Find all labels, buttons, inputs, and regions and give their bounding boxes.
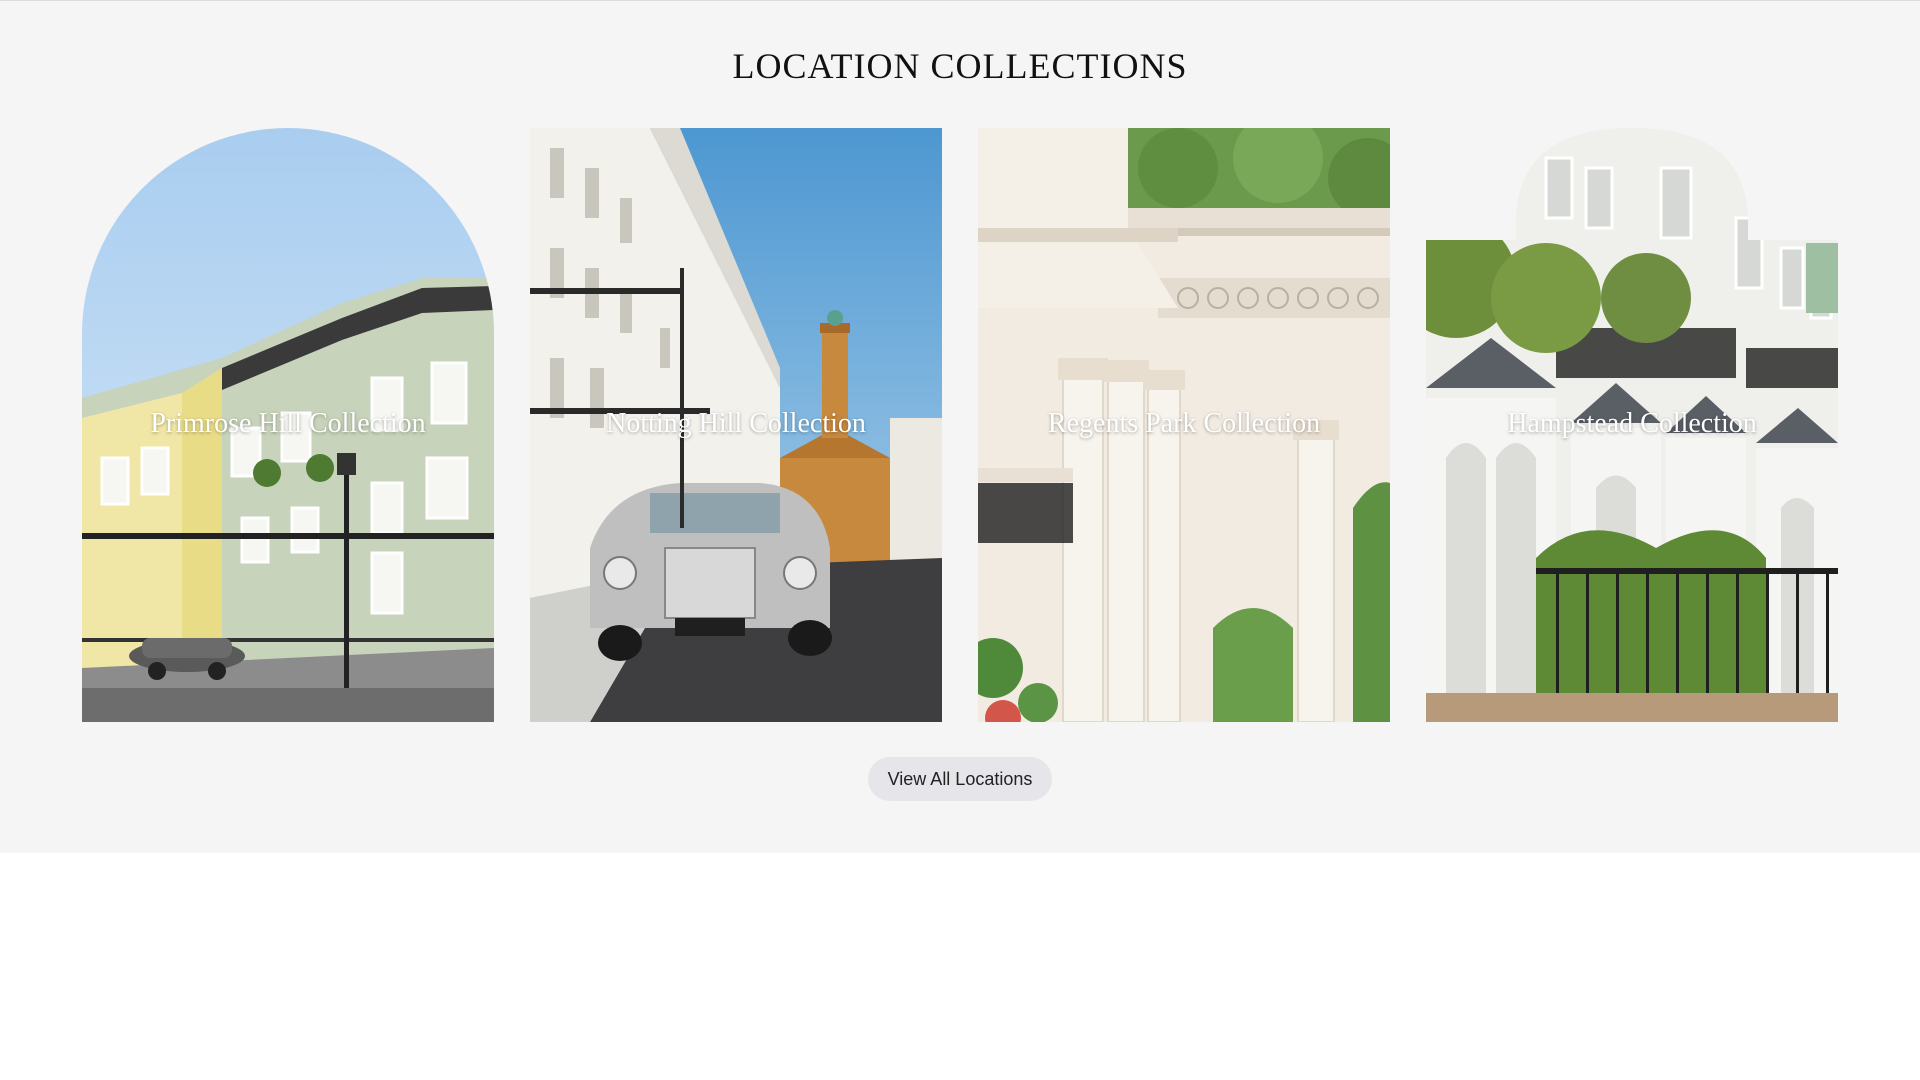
view-all-locations-button[interactable]: View All Locations — [868, 757, 1052, 801]
collection-label: Hampstead Collection — [1507, 408, 1757, 439]
section-title: LOCATION COLLECTIONS — [732, 46, 1188, 86]
collection-card-notting-hill[interactable]: Notting Hill Collection — [530, 128, 942, 722]
collection-label: Notting Hill Collection — [606, 408, 866, 439]
collection-label: Regents Park Collection — [1047, 408, 1321, 439]
location-collections-section: LOCATION COLLECTIONS Primrose Hill Colle… — [0, 0, 1920, 853]
collection-card-regents-park[interactable]: Regents Park Collection — [978, 128, 1390, 722]
collection-card-primrose-hill[interactable]: Primrose Hill Collection — [82, 128, 494, 722]
collection-card-hampstead[interactable]: Hampstead Collection — [1426, 128, 1838, 722]
collection-label: Primrose Hill Collection — [150, 408, 426, 439]
